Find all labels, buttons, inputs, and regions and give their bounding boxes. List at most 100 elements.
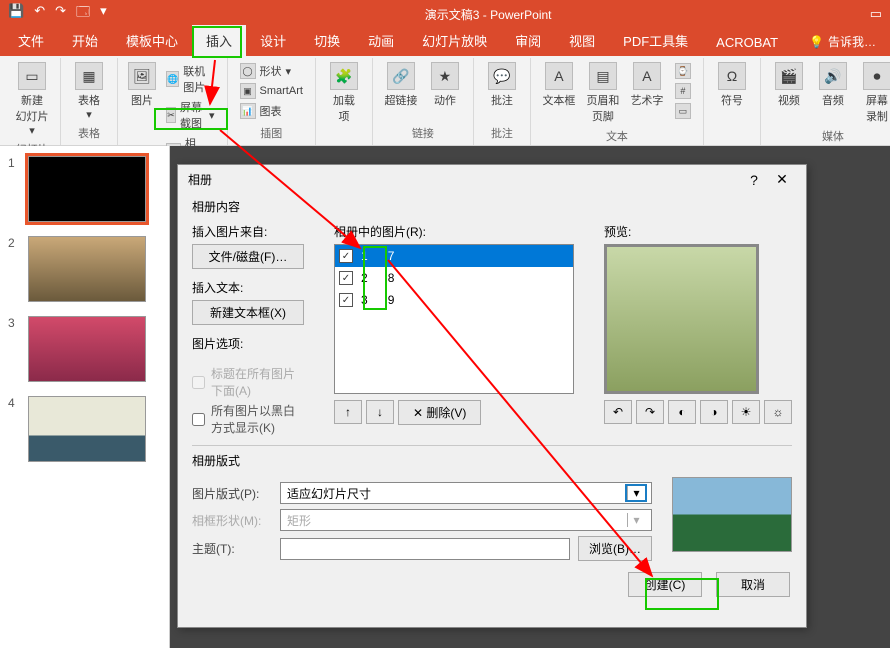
smartart-button[interactable]: ▣SmartArt: [236, 82, 307, 100]
qat-slideshow-icon[interactable]: 🗔: [76, 3, 90, 25]
chart-button[interactable]: 📊图表: [236, 102, 307, 120]
theme-input[interactable]: [280, 538, 570, 560]
chart-icon: 📊: [240, 103, 256, 119]
text-extra-3[interactable]: ▭: [671, 102, 695, 120]
tab-acrobat[interactable]: ACROBAT: [702, 29, 792, 56]
create-button[interactable]: 创建(C): [628, 572, 702, 597]
video-button[interactable]: 🎬视频: [767, 60, 811, 126]
qat-undo-icon[interactable]: ↶: [34, 3, 45, 25]
record-icon: ⏺: [863, 62, 890, 90]
title-bar: 💾 ↶ ↷ 🗔 ▾ 演示文稿3 - PowerPoint ▭: [0, 0, 890, 28]
contrast-down-button[interactable]: ◑: [700, 400, 728, 424]
contrast-up-button[interactable]: ◐: [668, 400, 696, 424]
checkbox-icon[interactable]: ✓: [339, 271, 353, 285]
shapes-button[interactable]: ◯形状 ▾: [236, 62, 307, 80]
remove-button[interactable]: ✕ 删除(V): [398, 400, 481, 425]
hyperlink-button[interactable]: 🔗超链接: [379, 60, 423, 110]
pic-layout-combo[interactable]: 适应幻灯片尺寸▾: [280, 482, 652, 504]
tab-pdf[interactable]: PDF工具集: [609, 25, 702, 56]
text-extra-2[interactable]: #: [671, 82, 695, 100]
table-button[interactable]: ▦表格▾: [67, 60, 111, 123]
shapes-icon: ◯: [240, 63, 256, 79]
comment-icon: 💬: [488, 62, 516, 90]
text-extra-1[interactable]: ⌚: [671, 62, 695, 80]
checkbox-icon[interactable]: ✓: [339, 249, 353, 263]
tab-transition[interactable]: 切换: [300, 25, 354, 56]
preview-label: 预览:: [604, 223, 792, 240]
options-label: 图片选项:: [192, 335, 304, 352]
slide-thumb-2[interactable]: [28, 236, 146, 302]
new-textbox-button[interactable]: 新建文本框(X): [192, 300, 304, 325]
browse-button[interactable]: 浏览(B)…: [578, 536, 652, 561]
symbol-button[interactable]: Ω符号: [710, 60, 754, 110]
slide-thumb-4[interactable]: [28, 396, 146, 462]
brightness-down-button[interactable]: ☼: [764, 400, 792, 424]
screenshot-button[interactable]: ✂屏幕截图 ▾: [162, 98, 219, 132]
bw-checkbox[interactable]: 所有图片以黑白方式显示(K): [192, 402, 304, 436]
tab-review[interactable]: 审阅: [501, 25, 555, 56]
comment-button[interactable]: 💬批注: [480, 60, 524, 110]
group-symbol-label: [710, 139, 754, 145]
slide-thumb-3[interactable]: [28, 316, 146, 382]
action-button[interactable]: ★动作: [423, 60, 467, 110]
header-footer-button[interactable]: ▤页眉和页脚: [581, 60, 625, 126]
caption-checkbox[interactable]: 标题在所有图片下面(A): [192, 365, 304, 399]
qat-save-icon[interactable]: 💾: [8, 3, 24, 25]
list-item[interactable]: ✓39: [335, 289, 573, 311]
picture-list[interactable]: ✓17 ✓28 ✓39: [334, 244, 574, 394]
online-pictures-button[interactable]: 🌐联机图片: [162, 62, 219, 96]
addins-icon: 🧩: [330, 62, 358, 90]
theme-label: 主题(T):: [192, 540, 272, 557]
move-down-button[interactable]: ↓: [366, 400, 394, 424]
tell-me[interactable]: 💡 告诉我…: [799, 27, 886, 56]
tab-design[interactable]: 设计: [246, 25, 300, 56]
video-icon: 🎬: [775, 62, 803, 90]
dialog-help-icon[interactable]: ?: [740, 172, 768, 188]
brightness-up-button[interactable]: ☀: [732, 400, 760, 424]
dialog-close-icon[interactable]: ✕: [768, 171, 796, 188]
tab-slideshow[interactable]: 幻灯片放映: [408, 25, 501, 56]
ribbon-options-icon[interactable]: ▭: [870, 6, 882, 22]
ribbon-tabs: 文件 开始 模板中心 插入 设计 切换 动画 幻灯片放映 审阅 视图 PDF工具…: [0, 28, 890, 56]
link-icon: 🔗: [387, 62, 415, 90]
section-layout-label: 相册版式: [192, 452, 792, 469]
slide-number: 1: [8, 156, 22, 222]
globe-icon: 🌐: [166, 71, 179, 87]
rotate-right-button[interactable]: ↷: [636, 400, 664, 424]
slide-number: 2: [8, 236, 22, 302]
addins-button[interactable]: 🧩加载 项: [322, 60, 366, 126]
pic-layout-label: 图片版式(P):: [192, 485, 272, 502]
cancel-button[interactable]: 取消: [716, 572, 790, 597]
list-item[interactable]: ✓28: [335, 267, 573, 289]
qat-redo-icon[interactable]: ↷: [55, 3, 66, 25]
new-slide-button[interactable]: ▭新建 幻灯片▾: [10, 60, 54, 139]
tab-insert[interactable]: 插入: [192, 25, 246, 56]
textbox-button[interactable]: A文本框: [537, 60, 581, 126]
picture-icon: 🖼: [128, 62, 156, 90]
screen-rec-button[interactable]: ⏺屏幕 录制: [855, 60, 890, 126]
preview-pane: [604, 244, 759, 394]
header-icon: ▤: [589, 62, 617, 90]
tab-home[interactable]: 开始: [58, 25, 112, 56]
chevron-down-icon[interactable]: ▾: [627, 486, 645, 500]
wordart-button[interactable]: A艺术字: [625, 60, 669, 126]
table-icon: ▦: [75, 62, 103, 90]
dialog-title: 相册: [188, 171, 212, 188]
tab-templates[interactable]: 模板中心: [112, 25, 192, 56]
tab-file[interactable]: 文件: [4, 25, 58, 56]
file-disk-button[interactable]: 文件/磁盘(F)…: [192, 244, 304, 269]
move-up-button[interactable]: ↑: [334, 400, 362, 424]
audio-button[interactable]: 🔊音频: [811, 60, 855, 126]
rotate-left-button[interactable]: ↶: [604, 400, 632, 424]
tab-view[interactable]: 视图: [555, 25, 609, 56]
tab-animation[interactable]: 动画: [354, 25, 408, 56]
symbol-icon: Ω: [718, 62, 746, 90]
group-media-label: 媒体: [767, 126, 890, 148]
chevron-down-icon: ▾: [627, 513, 645, 527]
screenshot-icon: ✂: [166, 107, 176, 123]
slide-number: 4: [8, 396, 22, 462]
slide-thumb-1[interactable]: [28, 156, 146, 222]
checkbox-icon[interactable]: ✓: [339, 293, 353, 307]
list-item[interactable]: ✓17: [335, 245, 573, 267]
group-table-label: 表格: [67, 123, 111, 145]
